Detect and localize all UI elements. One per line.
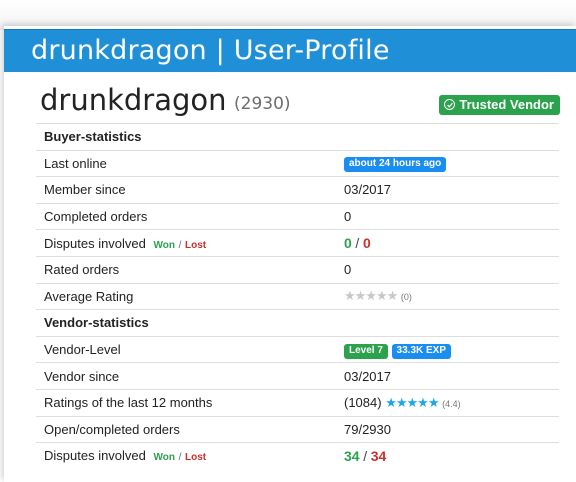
average-rating-count: (0) xyxy=(400,292,412,303)
orders-label: Open/completed orders xyxy=(36,415,340,443)
table-row: Open/completed orders 79/2930 xyxy=(36,415,559,443)
vendor-level-value: Level 7 33.3K EXP xyxy=(340,335,559,363)
orders-value: 79/2930 xyxy=(340,415,559,443)
buyer-section-heading: Buyer-statistics xyxy=(36,123,559,151)
rated-orders-label: Rated orders xyxy=(36,255,340,284)
ratings-value: (1084) ★★★★★ (4.4) xyxy=(340,388,559,417)
table-row: Last online about 24 hours ago xyxy=(36,149,559,177)
table-row: Vendor since 03/2017 xyxy=(36,362,559,390)
star-rating-icon: ★★★★★ xyxy=(385,394,439,410)
separator: / xyxy=(355,235,360,252)
vendor-disputes-value: 34 / 34 xyxy=(340,442,559,469)
last-online-badge: about 24 hours ago xyxy=(344,157,447,173)
rated-orders-value: 0 xyxy=(340,255,559,284)
vendor-level-label: Vendor-Level xyxy=(36,335,340,363)
vendor-disputes-won: 34 xyxy=(344,447,360,464)
vendor-disputes-lost: 34 xyxy=(370,447,387,464)
star-rating-icon: ★★★★★ xyxy=(344,288,398,304)
exp-badge: 33.3K EXP xyxy=(391,343,452,359)
buyer-disputes-label: Disputes involved xyxy=(44,235,146,251)
vendor-heading: Vendor-statistics xyxy=(36,309,559,337)
stats-table: Buyer-statistics Last online about 24 ho… xyxy=(36,123,559,469)
average-rating-value: ★★★★★ (0) xyxy=(340,282,559,310)
ratings-count: (1084) xyxy=(344,394,382,410)
separator: / xyxy=(178,452,182,464)
table-row: Vendor-Level Level 7 33.3K EXP xyxy=(36,335,559,363)
buyer-heading: Buyer-statistics xyxy=(36,123,559,151)
level-badge: Level 7 xyxy=(344,343,388,359)
member-since-value: 03/2017 xyxy=(340,176,559,204)
title-bar: drunkdragon | User-Profile xyxy=(4,29,576,72)
lost-label: Lost xyxy=(185,239,207,251)
buyer-disputes-won: 0 xyxy=(344,235,352,252)
check-circle-icon xyxy=(444,99,456,110)
trusted-vendor-label: Trusted Vendor xyxy=(459,97,554,112)
ratings-label: Ratings of the last 12 months xyxy=(36,388,340,417)
page-title: drunkdragon | User-Profile xyxy=(31,35,390,66)
buyer-disputes-lost: 0 xyxy=(362,235,371,252)
vendor-since-value: 03/2017 xyxy=(340,362,559,390)
vendor-disputes-cell: Disputes involved Won / Lost xyxy=(36,442,340,469)
separator: / xyxy=(178,239,182,251)
username: drunkdragon xyxy=(40,83,227,117)
table-row: Completed orders 0 xyxy=(36,202,559,230)
table-row: Disputes involved Won / Lost 34 / 34 xyxy=(36,442,559,469)
table-row: Average Rating ★★★★★ (0) xyxy=(36,282,559,310)
buyer-disputes-cell: Disputes involved Won / Lost xyxy=(36,229,340,257)
buyer-disputes-value: 0 / 0 xyxy=(340,229,559,257)
ratings-average: (4.4) xyxy=(442,398,461,409)
table-row: Member since 03/2017 xyxy=(36,176,559,204)
table-row: Ratings of the last 12 months (1084) ★★★… xyxy=(36,388,559,417)
member-since-label: Member since xyxy=(36,176,340,204)
profile-header: drunkdragon (2930) Trusted Vendor xyxy=(40,80,560,120)
trusted-vendor-badge: Trusted Vendor xyxy=(439,95,560,115)
vendor-section-heading: Vendor-statistics xyxy=(36,309,559,337)
last-online-label: Last online xyxy=(36,149,340,177)
separator: / xyxy=(363,447,368,464)
completed-orders-value: 0 xyxy=(340,202,559,230)
table-row: Rated orders 0 xyxy=(36,255,559,284)
completed-orders-label: Completed orders xyxy=(36,202,340,230)
table-row: Disputes involved Won / Lost 0 / 0 xyxy=(36,229,559,257)
lost-label: Lost xyxy=(185,452,207,464)
vendor-since-label: Vendor since xyxy=(36,362,340,390)
won-label: Won xyxy=(153,452,175,464)
won-label: Won xyxy=(153,239,175,251)
vendor-disputes-label: Disputes involved xyxy=(44,448,146,464)
average-rating-label: Average Rating xyxy=(36,282,340,310)
user-order-count: (2930) xyxy=(234,94,291,114)
